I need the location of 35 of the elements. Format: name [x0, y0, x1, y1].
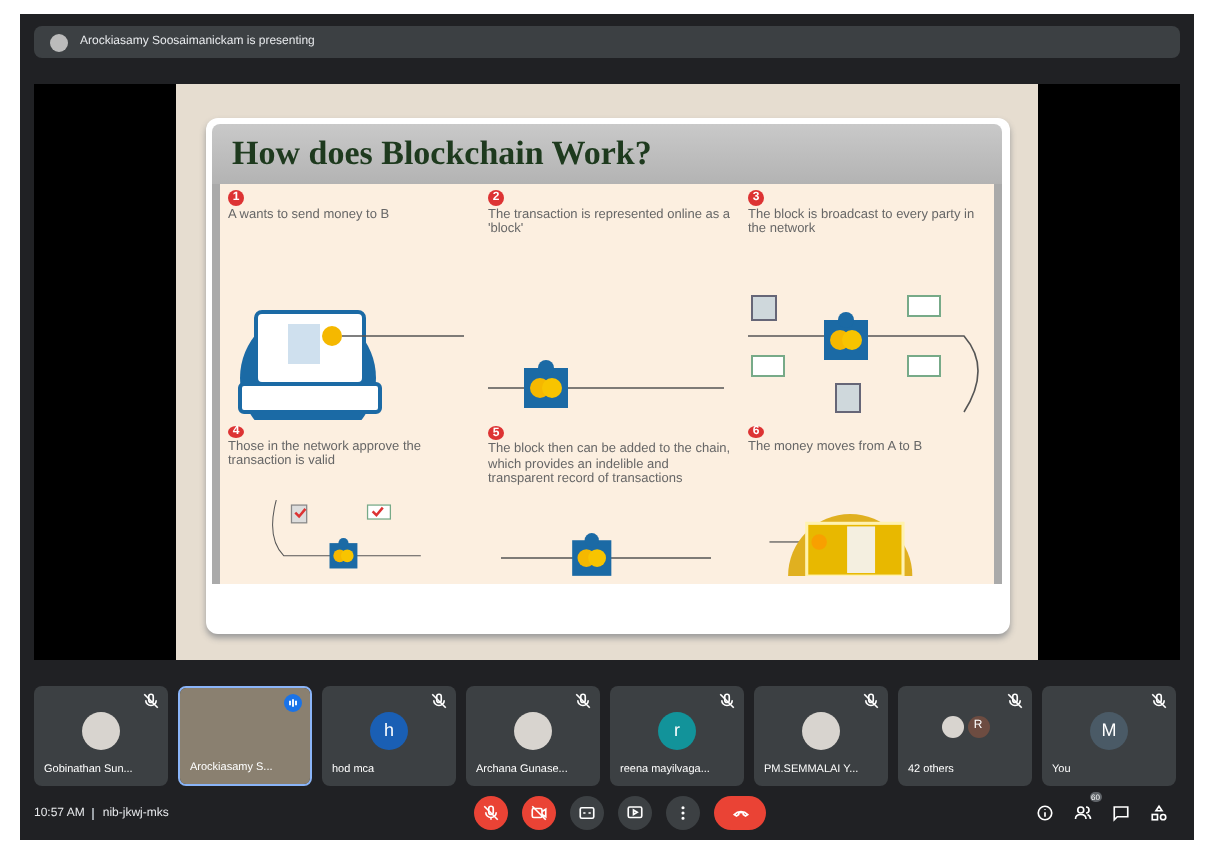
avatar-initial: r: [658, 711, 696, 749]
chat-button[interactable]: [1112, 804, 1130, 822]
activities-button[interactable]: [1150, 804, 1168, 822]
present-button[interactable]: [618, 796, 652, 830]
camera-off-icon: [530, 804, 548, 822]
mic-off-icon: [482, 804, 500, 822]
mic-off-icon: [862, 692, 880, 710]
captions-button[interactable]: [570, 796, 604, 830]
mic-off-icon: [142, 692, 160, 710]
avatar-photo-placeholder: [82, 711, 120, 749]
camera-button[interactable]: [522, 796, 556, 830]
speaking-icon: [284, 694, 302, 712]
avatar-icon: [50, 33, 68, 51]
present-screen-icon: [626, 804, 644, 822]
chat-icon: [1112, 804, 1130, 822]
activities-icon: [1150, 804, 1168, 822]
mic-off-icon: [430, 692, 448, 710]
people-icon: [1074, 804, 1092, 822]
info-button[interactable]: [1036, 804, 1054, 822]
avatar-initial: h: [370, 711, 408, 749]
more-button[interactable]: [666, 796, 700, 830]
mic-off-icon: [1150, 692, 1168, 710]
mic-button[interactable]: [474, 796, 508, 830]
slide-title: How does Blockchain Work?: [232, 134, 652, 174]
info-icon: [1036, 804, 1054, 822]
mic-off-icon: [574, 692, 592, 710]
mic-off-icon: [1006, 692, 1024, 710]
captions-icon: [578, 804, 596, 822]
mic-off-icon: [718, 692, 736, 710]
video-placeholder: [180, 688, 310, 784]
hangup-button[interactable]: [714, 796, 766, 830]
avatar-photo-placeholder: [941, 715, 963, 737]
avatar-initial: M: [1090, 711, 1128, 749]
avatar-photo-placeholder: [514, 711, 552, 749]
avatar-photo-placeholder: [802, 711, 840, 749]
